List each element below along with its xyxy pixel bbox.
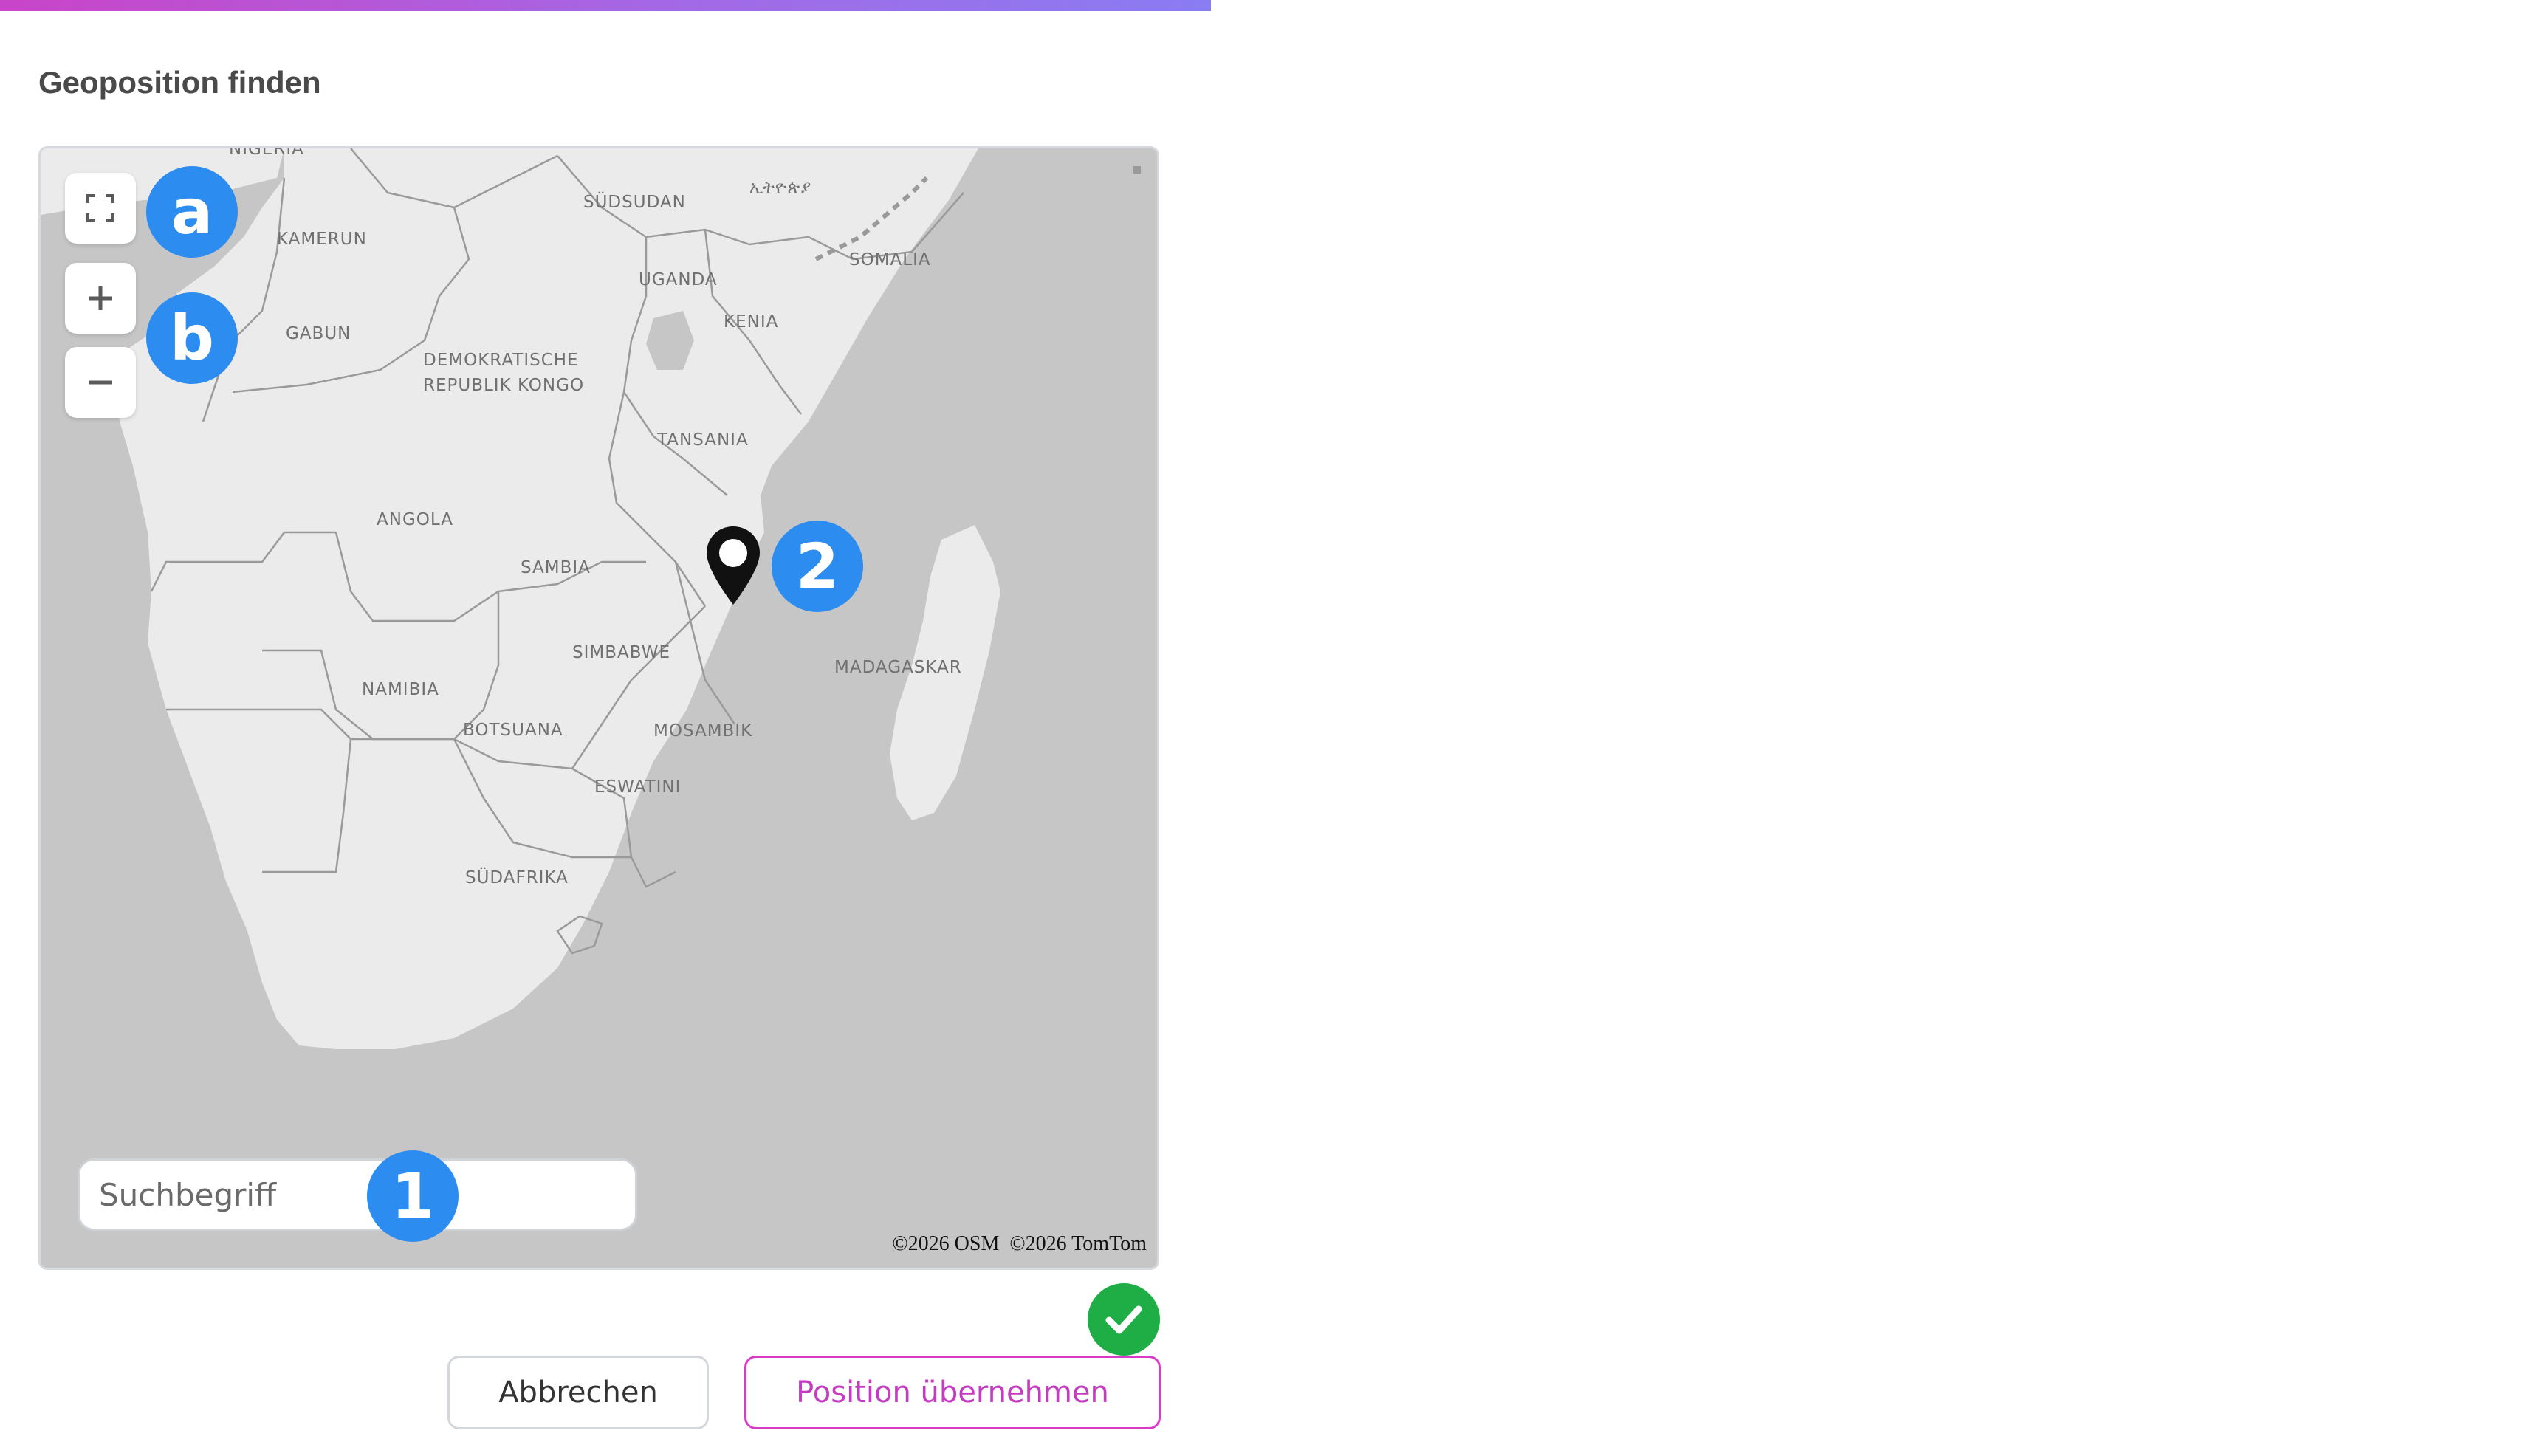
- label-gabun: GABUN: [286, 324, 351, 343]
- label-uganda: UGANDA: [639, 270, 718, 289]
- label-namibia: NAMIBIA: [362, 680, 439, 699]
- label-suedsudan: SÜDSUDAN: [583, 191, 686, 212]
- label-drk-line2: REPUBLIK KONGO: [423, 376, 584, 395]
- accent-top-bar: [0, 0, 1211, 11]
- annotation-badge-a: a: [146, 166, 238, 258]
- label-somalia: SOMALIA: [849, 250, 931, 269]
- check-indicator: [1088, 1283, 1160, 1356]
- plus-icon: [89, 286, 112, 310]
- accept-position-button[interactable]: Position übernehmen: [744, 1356, 1161, 1429]
- map-pin-marker[interactable]: [705, 525, 761, 606]
- dialog-title: Geoposition finden: [38, 65, 321, 100]
- zoom-in-button[interactable]: [65, 263, 136, 334]
- fullscreen-icon: [86, 194, 114, 222]
- annotation-badge-1: 1: [367, 1150, 459, 1242]
- label-kamerun: KAMERUN: [277, 230, 367, 249]
- label-drk-line1: DEMOKRATISCHE: [423, 351, 579, 370]
- check-icon: [1105, 1305, 1142, 1334]
- label-tansania: TANSANIA: [656, 430, 749, 450]
- label-nigeria: NIGERIA: [229, 148, 304, 159]
- label-kenia: KENIA: [724, 312, 778, 332]
- label-aethiopien: ኢትዮጵያ: [749, 178, 811, 197]
- label-angola: ANGOLA: [377, 510, 453, 529]
- map-attribution: ©2026 OSM ©2026 TomTom: [892, 1232, 1147, 1255]
- map-pin-icon: [707, 526, 760, 605]
- annotation-badge-2: 2: [772, 521, 863, 612]
- cancel-button[interactable]: Abbrechen: [447, 1356, 709, 1429]
- zoom-out-button[interactable]: [65, 347, 136, 418]
- label-mosambik: MOSAMBIK: [653, 721, 752, 741]
- label-eswatini: ESWATINI: [594, 777, 681, 797]
- label-madagaskar: MADAGASKAR: [834, 658, 962, 677]
- label-sambia: SAMBIA: [521, 558, 591, 577]
- label-simbabwe: SIMBABWE: [572, 643, 670, 662]
- minus-icon: [89, 380, 112, 385]
- search-input[interactable]: [78, 1158, 637, 1231]
- fullscreen-button[interactable]: [65, 173, 136, 244]
- annotation-badge-b: b: [146, 292, 238, 384]
- label-suedafrika: SÜDAFRIKA: [465, 867, 569, 887]
- label-botsuana: BOTSUANA: [463, 721, 563, 740]
